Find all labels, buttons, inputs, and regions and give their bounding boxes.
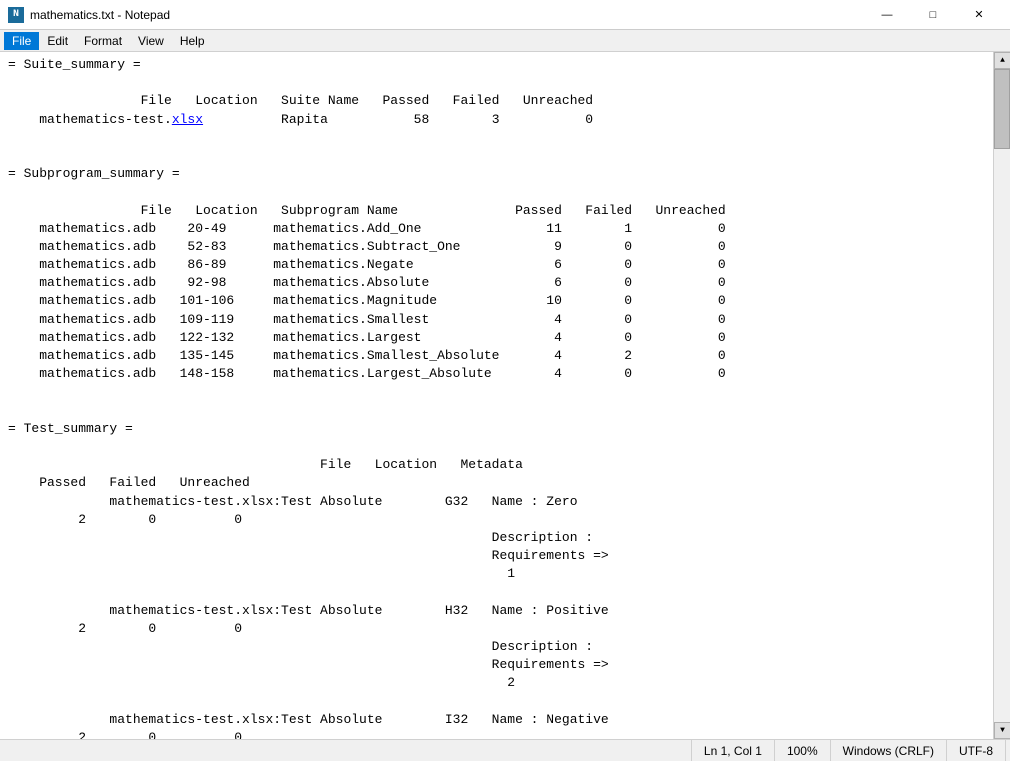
maximize-button[interactable]: □	[910, 0, 956, 30]
menu-bar: File Edit Format View Help	[0, 30, 1010, 52]
window-title: mathematics.txt - Notepad	[30, 8, 170, 22]
encoding: UTF-8	[946, 740, 1006, 761]
title-bar: N mathematics.txt - Notepad — □ ✕	[0, 0, 1010, 30]
line-ending: Windows (CRLF)	[830, 740, 946, 761]
menu-file[interactable]: File	[4, 32, 39, 50]
menu-edit[interactable]: Edit	[39, 32, 76, 50]
window-controls: — □ ✕	[864, 0, 1002, 30]
zoom-level: 100%	[774, 740, 830, 761]
close-button[interactable]: ✕	[956, 0, 1002, 30]
scrollbar: ▲ ▼	[993, 52, 1010, 739]
scroll-down-button[interactable]: ▼	[994, 722, 1010, 739]
status-bar: Ln 1, Col 1 100% Windows (CRLF) UTF-8	[0, 739, 1010, 761]
cursor-position: Ln 1, Col 1	[691, 740, 774, 761]
menu-help[interactable]: Help	[172, 32, 213, 50]
minimize-button[interactable]: —	[864, 0, 910, 30]
text-content[interactable]: = Suite_summary = File Location Suite Na…	[0, 52, 993, 739]
scroll-track[interactable]	[994, 69, 1010, 722]
content-wrapper: = Suite_summary = File Location Suite Na…	[0, 52, 1010, 739]
menu-view[interactable]: View	[130, 32, 172, 50]
menu-format[interactable]: Format	[76, 32, 130, 50]
scroll-up-button[interactable]: ▲	[994, 52, 1010, 69]
title-bar-left: N mathematics.txt - Notepad	[8, 7, 170, 23]
scroll-thumb[interactable]	[994, 69, 1010, 149]
app-icon-letter: N	[13, 9, 19, 20]
app-icon: N	[8, 7, 24, 23]
